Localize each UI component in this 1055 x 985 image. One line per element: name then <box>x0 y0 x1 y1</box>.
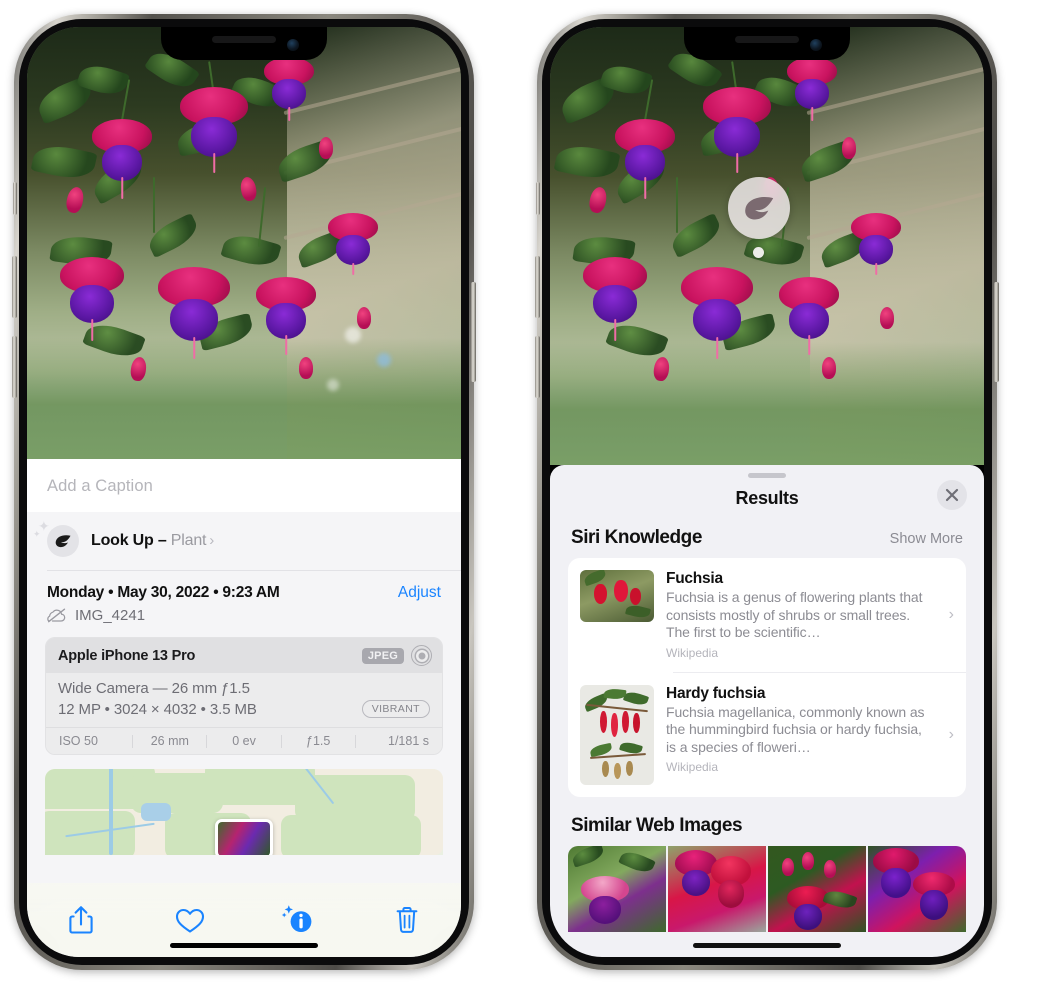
exif-body: Wide Camera — 26 mm ƒ1.5 12 MP • 3024 × … <box>46 673 442 727</box>
location-map[interactable] <box>45 769 443 855</box>
result-description: Fuchsia is a genus of flowering plants t… <box>666 589 923 640</box>
section-title-siri-knowledge: Siri Knowledge <box>571 527 702 548</box>
phone-right: Results Siri Knowledge Show More Fuchsia… <box>535 14 999 970</box>
map-photo-pin <box>215 819 273 855</box>
close-icon <box>945 488 959 502</box>
results-sheet: Results Siri Knowledge Show More Fuchsia… <box>550 465 984 957</box>
home-indicator[interactable] <box>170 943 318 948</box>
file-name: IMG_4241 <box>75 607 146 624</box>
photo-info-sheet: Add a Caption ✦ ✦ Look Up – Plant › Monda… <box>27 459 461 957</box>
format-badge: JPEG <box>361 647 404 664</box>
chevron-right-icon: › <box>948 725 954 743</box>
web-image-thumbnail[interactable] <box>768 845 866 932</box>
exif-shutter: 1/181 s <box>388 734 430 748</box>
show-more-button[interactable]: Show More <box>890 531 963 547</box>
share-icon <box>69 906 93 934</box>
silence-switch[interactable] <box>13 182 17 215</box>
visual-lookup-badge[interactable] <box>728 177 790 239</box>
notch <box>684 27 850 60</box>
exif-settings-row: ISO 50 26 mm 0 ev ƒ1.5 1/181 s <box>46 727 442 754</box>
adjust-button[interactable]: Adjust <box>398 584 441 602</box>
leaf-glyph <box>55 535 71 548</box>
screen-right: Results Siri Knowledge Show More Fuchsia… <box>550 27 984 957</box>
home-indicator[interactable] <box>693 943 841 948</box>
leaf-icon: ✦ ✦ <box>33 519 79 557</box>
volume-up-button[interactable] <box>12 256 17 318</box>
siri-knowledge-card: Fuchsia Fuchsia is a genus of flowering … <box>568 558 966 797</box>
volume-up-button[interactable] <box>535 256 540 318</box>
chevron-right-icon: › <box>948 605 954 623</box>
info-button[interactable] <box>244 897 353 943</box>
photo-grass <box>550 342 984 465</box>
phone-left: Add a Caption ✦ ✦ Look Up – Plant › Monda… <box>12 14 476 970</box>
close-button[interactable] <box>937 480 967 510</box>
cloud-slash-icon <box>47 608 66 623</box>
siri-knowledge-header: Siri Knowledge Show More <box>550 523 984 558</box>
date-row: Monday • May 30, 2022 • 9:23 AM Adjust <box>27 571 461 602</box>
exif-aperture: ƒ1.5 <box>306 734 331 748</box>
section-title-similar-web-images: Similar Web Images <box>571 814 743 836</box>
result-source: Wikipedia <box>666 760 719 774</box>
result-thumbnail <box>580 684 654 785</box>
file-row: IMG_4241 <box>27 602 461 637</box>
chevron-right-icon: › <box>209 532 215 549</box>
side-power-button[interactable] <box>994 282 999 382</box>
leaf-icon <box>745 197 774 220</box>
volume-down-button[interactable] <box>12 336 17 398</box>
earpiece-speaker <box>735 36 799 43</box>
look-up-dash: – <box>153 532 171 549</box>
info-sparkle-icon <box>282 905 312 932</box>
sparkle-small-icon: ✦ <box>33 529 41 539</box>
front-camera <box>287 39 299 51</box>
result-title: Fuchsia <box>666 570 723 587</box>
heart-icon <box>175 908 204 933</box>
web-image-thumbnail[interactable] <box>868 845 966 932</box>
similar-web-images-grid <box>568 845 966 932</box>
result-source: Wikipedia <box>666 645 719 660</box>
photo-grass <box>27 338 461 459</box>
list-item[interactable]: Hardy fuchsia Fuchsia magellanica, commo… <box>568 673 966 797</box>
aperture-icon <box>411 645 432 666</box>
photo-date: Monday • May 30, 2022 • 9:23 AM <box>47 584 280 601</box>
similar-web-images-header: Similar Web Images <box>550 797 984 846</box>
caption-row[interactable]: Add a Caption <box>27 459 461 512</box>
size-line: 12 MP • 3024 × 4032 • 3.5 MB <box>58 700 257 718</box>
exif-ev: 0 ev <box>232 734 256 748</box>
earpiece-speaker <box>212 36 276 43</box>
result-thumbnail <box>580 570 654 622</box>
exif-header: Apple iPhone 13 Pro JPEG <box>46 638 442 673</box>
web-image-thumbnail[interactable] <box>668 845 766 932</box>
trash-icon <box>396 907 418 933</box>
result-title: Hardy fuchsia <box>666 684 766 702</box>
web-image-thumbnail[interactable] <box>568 845 666 932</box>
look-up-title: Look Up <box>91 532 154 549</box>
notch <box>161 27 327 60</box>
camera-model: Apple iPhone 13 Pro <box>58 647 196 664</box>
lens-line: Wide Camera — 26 mm ƒ1.5 <box>58 680 250 697</box>
volume-down-button[interactable] <box>535 336 540 398</box>
exif-iso: ISO 50 <box>59 734 98 748</box>
photo-viewer[interactable] <box>27 27 461 459</box>
screen-left: Add a Caption ✦ ✦ Look Up – Plant › Monda… <box>27 27 461 957</box>
results-title: Results <box>735 488 799 508</box>
caption-input[interactable]: Add a Caption <box>47 477 441 496</box>
list-item[interactable]: Fuchsia Fuchsia is a genus of flowering … <box>568 558 966 672</box>
visual-lookup-pointer-dot <box>753 247 764 258</box>
look-up-label: Look Up – Plant › <box>91 532 214 550</box>
exif-card[interactable]: Apple iPhone 13 Pro JPEG Wide Camera — 2… <box>45 637 443 755</box>
silence-switch[interactable] <box>536 182 540 215</box>
results-header: Results <box>550 478 984 523</box>
look-up-subject: Plant <box>170 532 207 549</box>
front-camera <box>810 39 822 51</box>
result-description: Fuchsia magellanica, commonly known as t… <box>666 703 925 755</box>
delete-button[interactable] <box>353 897 462 943</box>
exif-focal: 26 mm <box>150 734 189 748</box>
look-up-row[interactable]: ✦ ✦ Look Up – Plant › <box>27 512 461 570</box>
side-power-button[interactable] <box>471 282 476 382</box>
photo-viewer[interactable] <box>550 27 984 465</box>
photographic-style-badge: VIBRANT <box>361 700 430 718</box>
favorite-button[interactable] <box>136 897 245 943</box>
share-button[interactable] <box>27 897 136 943</box>
